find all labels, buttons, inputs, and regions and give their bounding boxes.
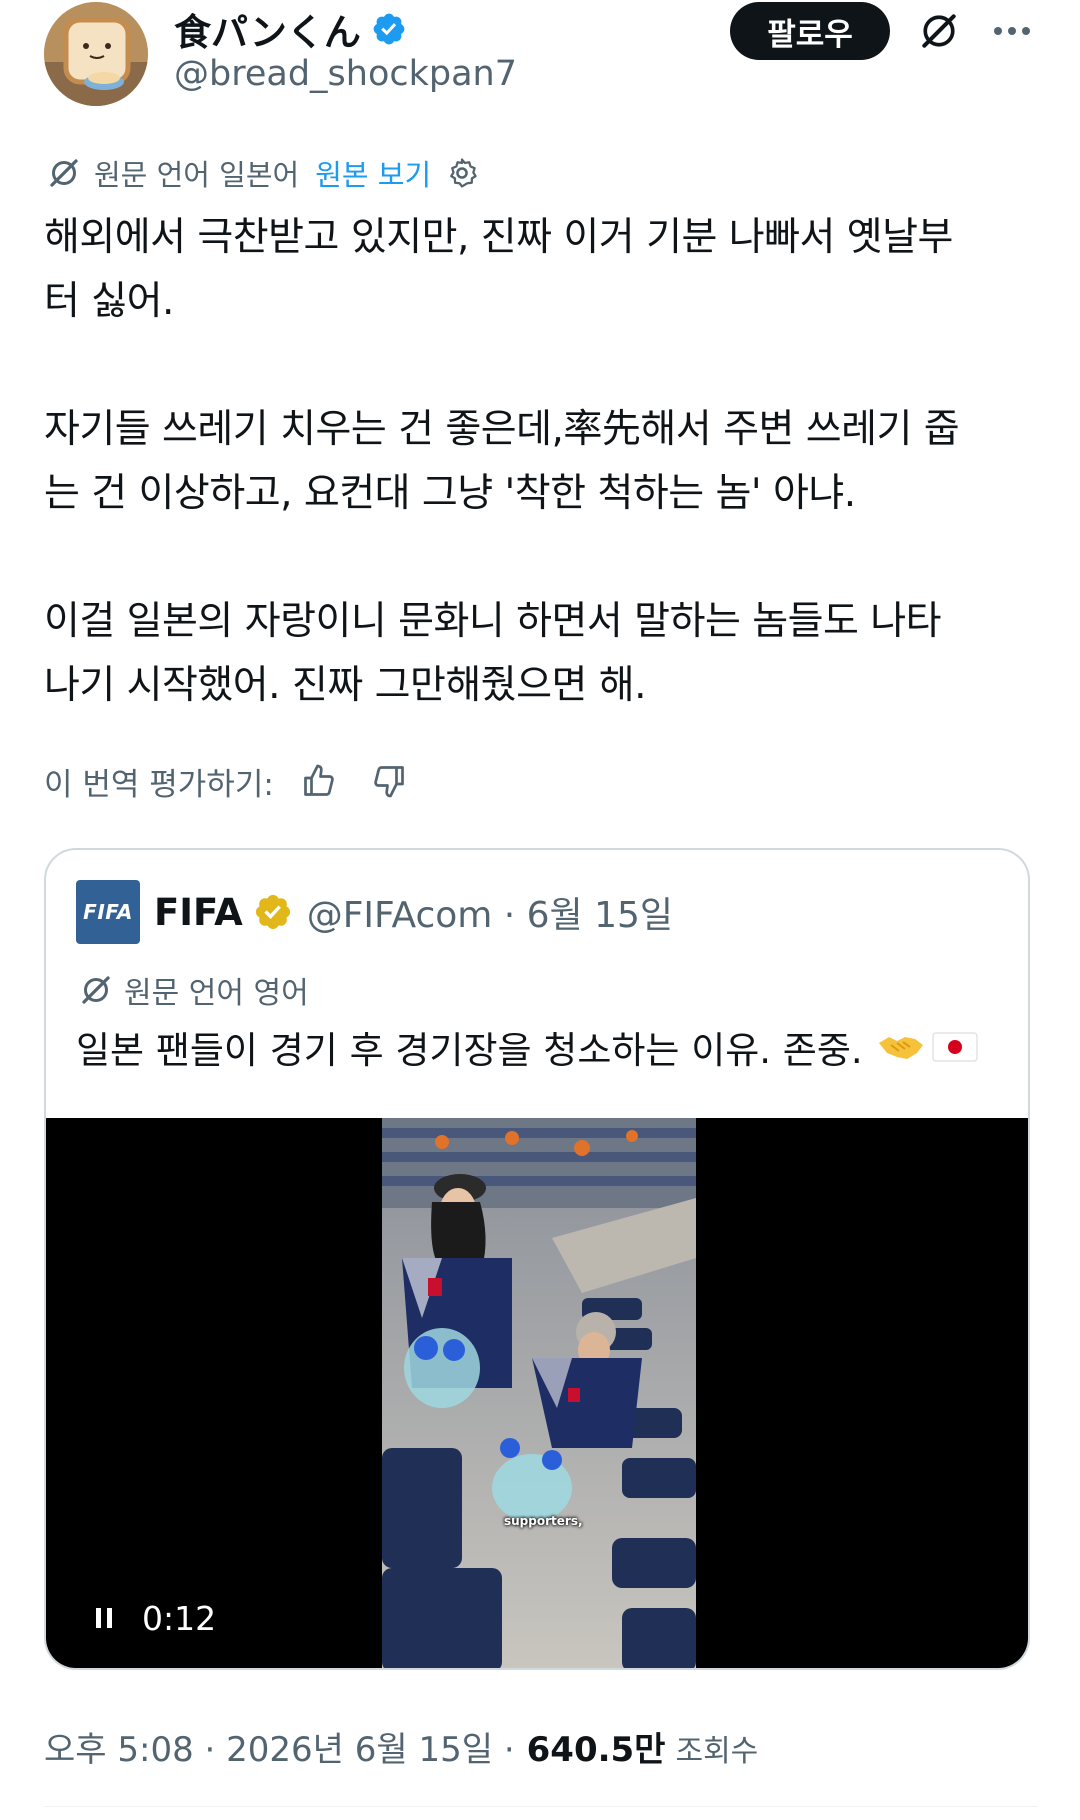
handshake-emoji [878, 1037, 923, 1059]
thumbs-down-icon[interactable] [364, 756, 414, 806]
tweet-timestamp[interactable]: 오후 5:08 · 2026년 6월 15일 · [44, 1722, 515, 1771]
translation-label: 원문 언어 일본어 [94, 158, 300, 192]
quoted-translation-bar: 원문 언어 영어 [78, 968, 309, 1012]
fifa-logo[interactable]: FIFA [76, 880, 140, 944]
gold-verified-badge-icon [255, 894, 290, 930]
quoted-tweet-text-row: 일본 팬들이 경기 후 경기장을 청소하는 이유. 존중. [76, 1020, 979, 1074]
quoted-tweet[interactable]: FIFA FIFA @FIFAcom · 6월 15일 원문 언어 영어 일본 … [44, 848, 1030, 1670]
gear-icon[interactable] [445, 156, 479, 190]
grok-slash-icon[interactable] [914, 6, 964, 56]
video-time: 0:12 [142, 1599, 217, 1638]
rating-label: 이 번역 평가하기: [44, 766, 274, 803]
verified-badge-icon [373, 13, 405, 45]
thumbs-up-icon[interactable] [294, 756, 344, 806]
quoted-translation-label: 원문 언어 영어 [124, 976, 309, 1011]
video-player[interactable]: supporters, 0:12 [46, 1118, 1028, 1668]
author-display-name[interactable]: 食パンくん [174, 2, 361, 56]
quoted-tweet-header: FIFA FIFA @FIFAcom · 6월 15일 [76, 880, 673, 944]
quoted-handle-date[interactable]: @FIFAcom · 6월 15일 [307, 886, 673, 938]
follow-button[interactable]: 팔로우 [730, 2, 890, 60]
more-dots-icon[interactable] [984, 6, 1040, 56]
video-caption: supporters, [504, 1514, 583, 1528]
translation-rating: 이 번역 평가하기: [44, 756, 414, 806]
author-handle[interactable]: @bread_shockpan7 [174, 54, 517, 94]
view-count-label: 조회수 [675, 1734, 759, 1769]
tweet-header: 食パンくん @bread_shockpan7 팔로우 [0, 0, 1080, 112]
author-name-row: 食パンくん [174, 2, 407, 56]
view-count: 640.5만 [526, 1730, 666, 1770]
japan-flag-emoji [931, 1032, 978, 1062]
quoted-author-name[interactable]: FIFA [154, 891, 243, 934]
translate-icon [82, 976, 110, 1004]
pause-icon[interactable] [92, 1604, 116, 1632]
divider [44, 1806, 1038, 1807]
show-original-link[interactable]: 원본 보기 [315, 152, 431, 194]
translate-icon [50, 159, 78, 187]
tweet-meta: 오후 5:08 · 2026년 6월 15일 · 640.5만 조회수 [44, 1722, 758, 1771]
translation-bar: 원문 언어 일본어 원본 보기 [46, 152, 479, 194]
tweet-text: 해외에서 극찬받고 있지만, 진짜 이거 기분 나빠서 옛날부 터 싫어. 자기… [44, 215, 960, 708]
avatar[interactable] [44, 2, 148, 106]
quoted-tweet-text: 일본 팬들이 경기 후 경기장을 청소하는 이유. 존중. [76, 1029, 863, 1072]
video-frame: supporters, [382, 1118, 696, 1668]
